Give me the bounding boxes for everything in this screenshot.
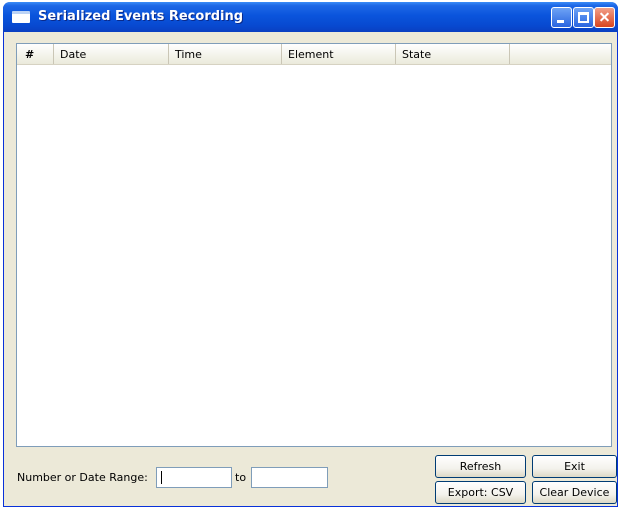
column-header-element[interactable]: Element: [282, 44, 396, 64]
window-icon: [12, 11, 30, 23]
text-caret: [161, 471, 162, 484]
maximize-button[interactable]: [573, 7, 594, 28]
clear-device-button[interactable]: Clear Device: [532, 481, 617, 504]
refresh-button[interactable]: Refresh: [435, 455, 526, 478]
minimize-icon: [557, 20, 564, 23]
exit-button[interactable]: Exit: [532, 455, 617, 478]
column-header-number[interactable]: #: [17, 44, 54, 64]
minimize-button[interactable]: [551, 7, 572, 28]
close-icon: [595, 8, 614, 27]
close-button[interactable]: [594, 7, 615, 28]
events-list[interactable]: # Date Time Element State: [16, 43, 612, 447]
column-header-state[interactable]: State: [396, 44, 510, 64]
column-header-date[interactable]: Date: [54, 44, 169, 64]
range-to-input[interactable]: [251, 467, 328, 488]
window-title: Serialized Events Recording: [38, 9, 244, 24]
maximize-icon: [578, 12, 589, 23]
title-bar[interactable]: Serialized Events Recording: [3, 2, 618, 32]
list-header: # Date Time Element State: [17, 44, 611, 65]
column-header-time[interactable]: Time: [169, 44, 282, 64]
range-label: Number or Date Range:: [17, 471, 148, 484]
column-header-blank[interactable]: [510, 44, 611, 64]
range-from-input[interactable]: [156, 467, 232, 488]
export-csv-button[interactable]: Export: CSV: [435, 481, 526, 504]
range-to-label: to: [235, 471, 247, 484]
